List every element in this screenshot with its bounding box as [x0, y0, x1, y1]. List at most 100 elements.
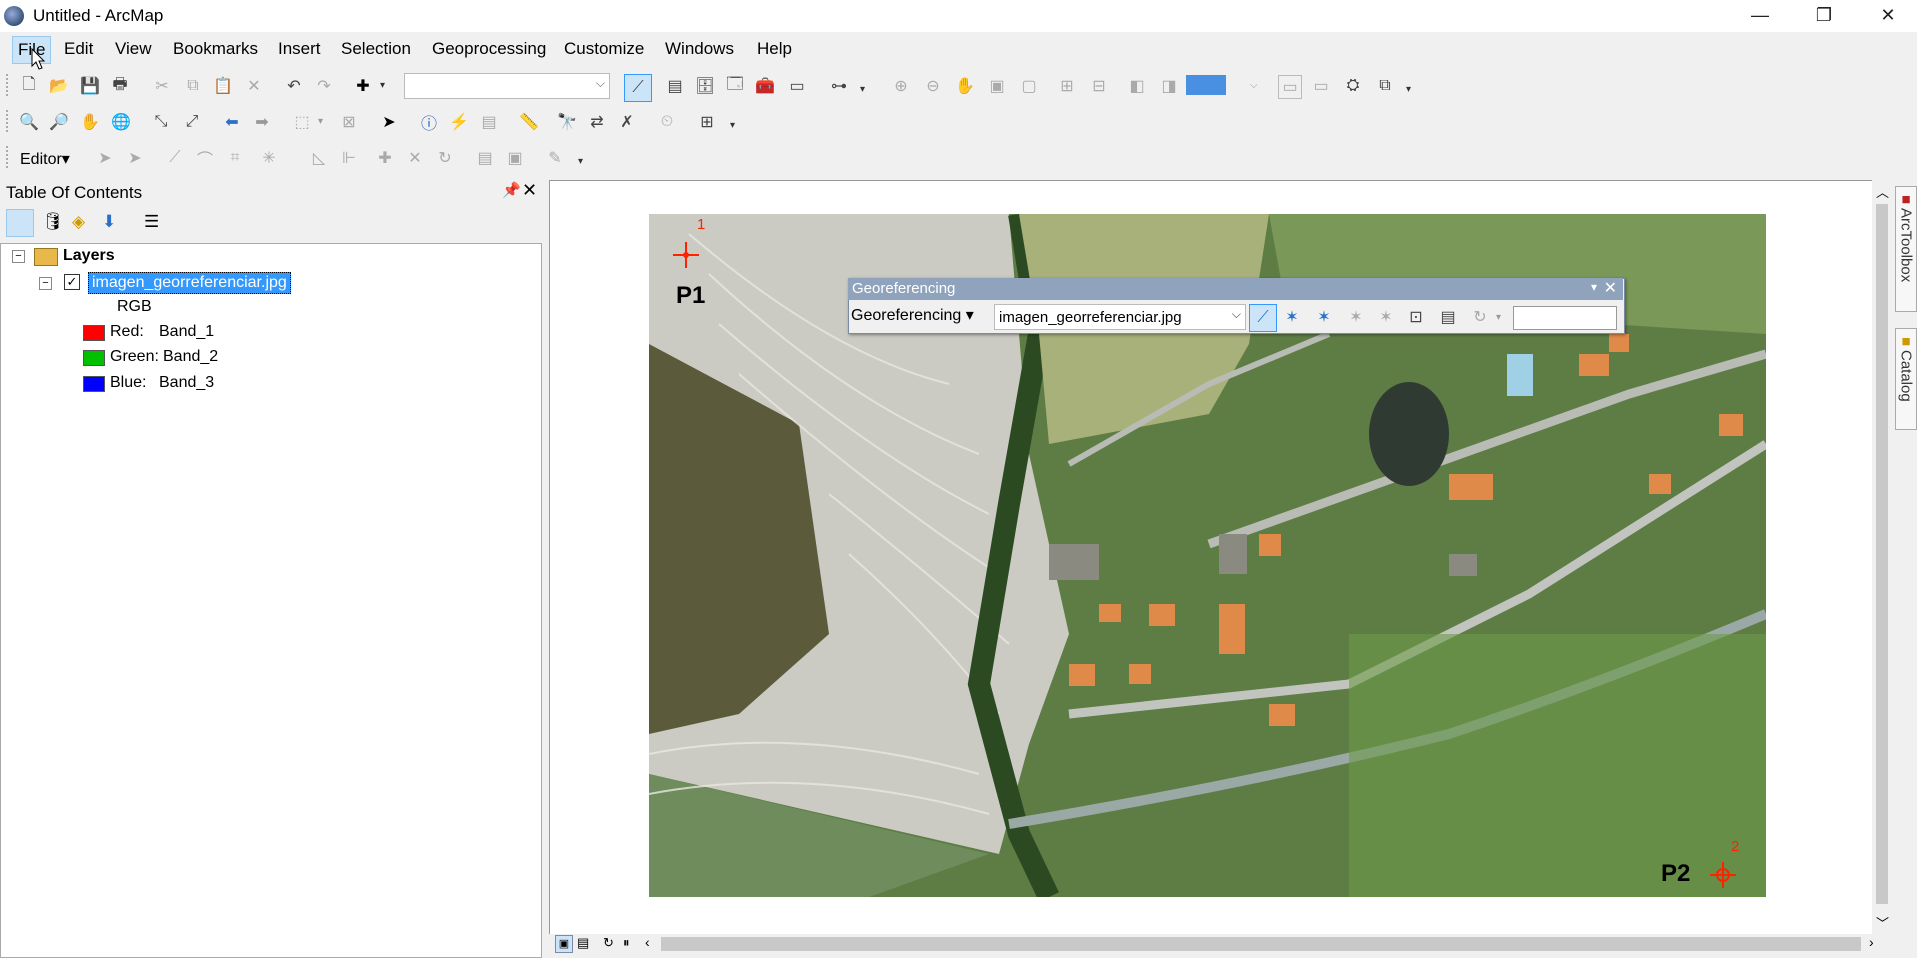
edit-tool-icon[interactable]: ➤ — [94, 147, 116, 169]
find-route-icon[interactable]: ⇄ — [586, 111, 608, 133]
go-forward-icon[interactable]: ➡ — [251, 111, 273, 133]
georeferencing-layer-select[interactable]: imagen_georreferenciar.jpg ⌵ — [994, 304, 1246, 330]
collapse-layer-icon[interactable]: − — [39, 277, 52, 290]
layout-toolbar-options-icon[interactable]: ▾ — [1406, 82, 1416, 98]
arctoolbox-icon[interactable]: 🧰 — [754, 75, 776, 97]
attributes-icon[interactable]: ▤ — [474, 147, 496, 169]
layout-zoom-percent[interactable] — [1186, 75, 1226, 95]
refresh-icon[interactable]: ↻ — [603, 935, 614, 951]
hyperlink-icon[interactable]: ⚡ — [448, 111, 470, 133]
georeferencing-rotation-input[interactable] — [1513, 306, 1617, 330]
toggle-draft-mode-icon[interactable]: ▭ — [1278, 75, 1302, 99]
previous-extent-layout-icon[interactable]: ◧ — [1126, 75, 1148, 97]
select-features-dropdown-icon[interactable]: ▾ — [318, 114, 328, 130]
add-data-dropdown-icon[interactable]: ▾ — [380, 78, 390, 94]
create-viewer-window-icon[interactable]: ⊞ — [696, 111, 718, 133]
control-point-p2-icon[interactable] — [1710, 862, 1736, 888]
search-window-icon[interactable]: 🗔 — [724, 75, 746, 97]
horizontal-scrollbar[interactable]: ▣ ▤ ↻ ⏸ ‹ › — [549, 934, 1892, 954]
fixed-zoom-out-icon[interactable]: ⤢ — [181, 111, 203, 133]
point-icon[interactable]: ✳ — [258, 147, 280, 169]
full-extent-icon[interactable]: 🌐 — [110, 111, 132, 133]
tools-toolbar-options-icon[interactable]: ▾ — [730, 118, 740, 134]
edit-annotation-icon[interactable]: ➤ — [124, 147, 146, 169]
editor-toolbar-icon[interactable]: ⟋ — [624, 74, 652, 102]
pin-icon[interactable]: 📌 — [502, 181, 521, 199]
menu-edit[interactable]: Edit — [59, 36, 98, 62]
list-by-selection-icon[interactable]: ⬇ — [102, 212, 116, 232]
find-icon[interactable]: 🔭 — [556, 111, 578, 133]
cut-polygons-icon[interactable]: ✚ — [374, 147, 396, 169]
view-link-table-icon[interactable]: ▤ — [1437, 306, 1459, 328]
scroll-down-icon[interactable]: ﹀ — [1876, 913, 1889, 932]
control-point-p1-icon[interactable] — [673, 242, 699, 268]
menu-geoprocessing[interactable]: Geoprocessing — [427, 36, 551, 62]
menu-insert[interactable]: Insert — [273, 36, 326, 62]
end-point-arc-icon[interactable]: ⌒ — [194, 147, 216, 169]
fixed-zoom-out-icon[interactable]: ⊟ — [1088, 75, 1110, 97]
save-icon[interactable]: 💾 — [79, 75, 101, 97]
collapse-layers-icon[interactable]: − — [12, 250, 25, 263]
pan-icon[interactable]: ✋ — [79, 111, 101, 133]
undo-icon[interactable]: ↶ — [283, 75, 305, 97]
list-by-visibility-icon[interactable]: ◈ — [72, 212, 85, 232]
open-folder-icon[interactable]: 📂 — [48, 75, 70, 97]
layout-zoom-out-icon[interactable]: ⊖ — [922, 75, 944, 97]
copy-icon[interactable]: ⧉ — [182, 75, 204, 97]
zoom-in-icon[interactable]: 🔍 — [18, 111, 40, 133]
html-popup-icon[interactable]: ▤ — [478, 111, 500, 133]
rotate-icon[interactable]: ↻ — [1469, 306, 1491, 328]
scroll-up-icon[interactable]: ︿ — [1876, 182, 1889, 201]
viewer-icon[interactable]: ⊡ — [1405, 306, 1427, 328]
new-document-icon[interactable]: 🗋 — [18, 75, 40, 97]
redo-icon[interactable]: ↷ — [313, 75, 335, 97]
restore-button[interactable]: ❐ — [1799, 0, 1849, 30]
horizontal-scroll-thumb[interactable] — [661, 937, 1861, 951]
measure-icon[interactable]: 📏 — [518, 111, 540, 133]
auto-registration-icon[interactable]: ✶ — [1375, 306, 1397, 328]
vertical-scroll-thumb[interactable] — [1876, 204, 1888, 904]
model-builder-icon[interactable]: ⊶ — [828, 75, 850, 97]
paste-icon[interactable]: 📋 — [212, 75, 234, 97]
fixed-zoom-in-icon[interactable]: ⊞ — [1056, 75, 1078, 97]
menu-help[interactable]: Help — [752, 36, 797, 62]
toc-close-icon[interactable]: ✕ — [522, 180, 537, 201]
time-slider-icon[interactable]: ⏲ — [656, 111, 678, 133]
menu-bookmarks[interactable]: Bookmarks — [168, 36, 263, 62]
trace-icon[interactable]: ⌗ — [224, 147, 246, 169]
list-by-source-icon[interactable]: 🛢 — [42, 212, 64, 232]
catalog-window-icon[interactable]: 🗄 — [694, 75, 716, 97]
zoom-100-icon[interactable]: ▢ — [1018, 75, 1040, 97]
add-control-points-icon[interactable]: ⟋ — [1249, 304, 1277, 332]
fixed-zoom-in-icon[interactable]: ⤡ — [150, 111, 172, 133]
python-window-icon[interactable]: ▭ — [786, 75, 808, 97]
vertical-scrollbar[interactable]: ︿ ﹀ — [1872, 180, 1892, 934]
pause-drawing-icon[interactable]: ⏸ — [623, 935, 630, 951]
add-data-icon[interactable]: ✚ — [352, 75, 374, 97]
layout-pan-icon[interactable]: ✋ — [954, 75, 976, 97]
georeferencing-close-icon[interactable]: ✕ — [1604, 278, 1617, 298]
select-features-icon[interactable]: ⬚ — [291, 111, 313, 133]
create-features-icon[interactable]: ✎ — [544, 147, 566, 169]
close-button[interactable]: ✕ — [1863, 0, 1913, 30]
change-layout-icon[interactable]: ⛭ — [1342, 75, 1364, 97]
arctoolbox-dock-tab[interactable]: ■ ArcToolbox — [1895, 186, 1917, 312]
georeferencing-title-bar[interactable]: Georeferencing ▾ ✕ — [848, 278, 1623, 300]
menu-customize[interactable]: Customize — [559, 36, 649, 62]
menu-selection[interactable]: Selection — [336, 36, 416, 62]
next-extent-layout-icon[interactable]: ◨ — [1158, 75, 1180, 97]
list-by-drawing-order-icon[interactable] — [6, 209, 34, 237]
layers-root[interactable]: Layers — [63, 247, 115, 265]
cut-icon[interactable]: ✂ — [151, 75, 173, 97]
identify-icon[interactable]: ⓘ — [418, 111, 440, 133]
catalog-dock-tab[interactable]: ■ Catalog — [1895, 328, 1917, 430]
select-link-icon[interactable]: ✶ — [1281, 306, 1303, 328]
rotate-dropdown-icon[interactable]: ▾ — [1496, 310, 1506, 326]
sketch-properties-icon[interactable]: ▣ — [504, 147, 526, 169]
edit-vertices-icon[interactable]: ◺ — [308, 147, 330, 169]
minimize-button[interactable]: — — [1735, 0, 1785, 30]
layer-name[interactable]: imagen_georreferenciar.jpg — [88, 272, 291, 294]
focus-data-frame-icon[interactable]: ▭ — [1310, 75, 1332, 97]
data-driven-pages-icon[interactable]: ⧉ — [1374, 75, 1396, 97]
georeferencing-options-icon[interactable]: ▾ — [1591, 280, 1597, 294]
